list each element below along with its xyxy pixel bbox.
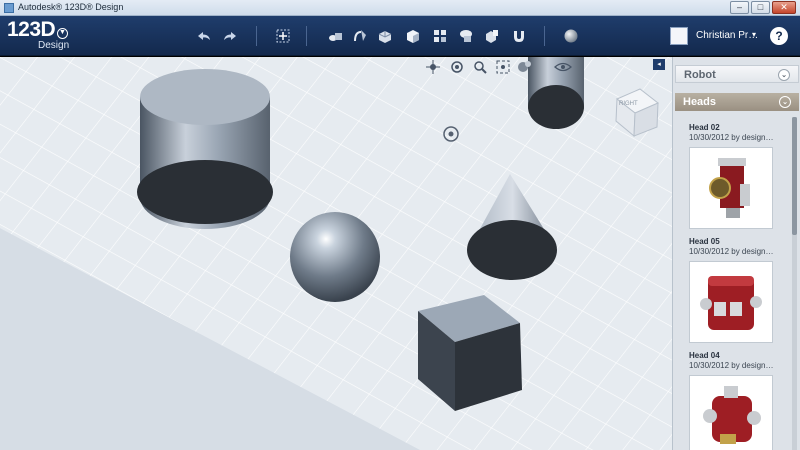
construct-icon[interactable]: [377, 28, 393, 44]
app-icon: [4, 3, 14, 13]
minimize-button[interactable]: –: [730, 1, 749, 14]
main-toolbar: 123D Design ▼ Christian Pr… ▾ ?: [0, 16, 800, 56]
title-bar: Autodesk® 123D® Design – □ ✕: [0, 0, 800, 16]
panel-scrollbar[interactable]: [792, 117, 797, 450]
app-menu-icon[interactable]: ▼: [57, 28, 68, 39]
section-robot-label: Robot: [684, 69, 716, 81]
pattern-icon[interactable]: [432, 28, 448, 44]
item-name: Head 02: [689, 123, 720, 132]
view-cube-label: RIGHT: [619, 101, 638, 107]
user-name[interactable]: Christian Pr…: [696, 30, 758, 41]
item-thumbnail[interactable]: [689, 147, 773, 229]
toolbar-separator: [306, 26, 307, 46]
fit-icon[interactable]: [496, 60, 510, 74]
maximize-button[interactable]: □: [751, 1, 770, 14]
item-thumbnail[interactable]: [689, 261, 773, 343]
transform-icon[interactable]: [275, 28, 291, 44]
redo-icon[interactable]: [222, 28, 238, 44]
item-meta: 10/30/2012 by design…: [689, 133, 774, 142]
zoom-icon[interactable]: [474, 61, 487, 74]
section-robot-header[interactable]: Robot ⌄: [675, 65, 799, 83]
material-icon[interactable]: [563, 28, 579, 44]
chevron-down-icon[interactable]: ⌄: [778, 69, 790, 81]
section-heads-label: Heads: [683, 96, 717, 108]
heads-list: Head 02 10/30/2012 by design… Head 05 10…: [681, 117, 789, 450]
list-item[interactable]: Head 05 10/30/2012 by design…: [681, 237, 789, 347]
toolbar-separator: [544, 26, 545, 46]
item-thumbnail[interactable]: [689, 375, 773, 450]
user-avatar[interactable]: [670, 27, 688, 45]
toolbar-separator: [256, 26, 257, 46]
window-title: Autodesk® 123D® Design: [18, 2, 124, 12]
sketch-icon[interactable]: [352, 28, 368, 44]
combine-icon[interactable]: [484, 28, 500, 44]
3d-viewport[interactable]: RIGHT ◂: [0, 57, 672, 450]
list-item[interactable]: Head 04 10/30/2012 by design…: [681, 351, 789, 450]
item-name: Head 04: [689, 351, 720, 360]
pan-icon[interactable]: [426, 60, 440, 74]
logo-subtext: Design: [38, 40, 70, 51]
scrollbar-thumb[interactable]: [792, 117, 797, 235]
user-menu-caret-icon[interactable]: ▾: [752, 30, 756, 39]
content-panel: Robot ⌄ Heads ⌄ Head 02 10/30/2012 by de…: [672, 57, 800, 450]
item-name: Head 05: [689, 237, 720, 246]
item-meta: 10/30/2012 by design…: [689, 247, 774, 256]
undo-icon[interactable]: [196, 28, 212, 44]
expand-panel-button[interactable]: ◂: [653, 59, 665, 70]
snap-icon[interactable]: [511, 28, 527, 44]
primitives-icon[interactable]: [327, 28, 343, 44]
viewport-scene[interactable]: [0, 57, 672, 450]
visibility-icon[interactable]: [554, 62, 572, 72]
close-button[interactable]: ✕: [772, 1, 796, 14]
orbit-icon[interactable]: [451, 61, 463, 73]
list-item[interactable]: Head 02 10/30/2012 by design…: [681, 123, 789, 233]
item-meta: 10/30/2012 by design…: [689, 361, 774, 370]
sphere-object[interactable]: [290, 212, 380, 302]
chevron-down-icon[interactable]: ⌄: [779, 96, 791, 108]
grouping-icon[interactable]: [458, 28, 474, 44]
logo-text: 123D: [7, 18, 56, 41]
help-button[interactable]: ?: [770, 27, 788, 45]
modify-icon[interactable]: [405, 28, 421, 44]
view-options-icon[interactable]: [518, 61, 531, 72]
section-heads-header[interactable]: Heads ⌄: [675, 93, 799, 111]
cylinder-object[interactable]: [137, 69, 273, 229]
